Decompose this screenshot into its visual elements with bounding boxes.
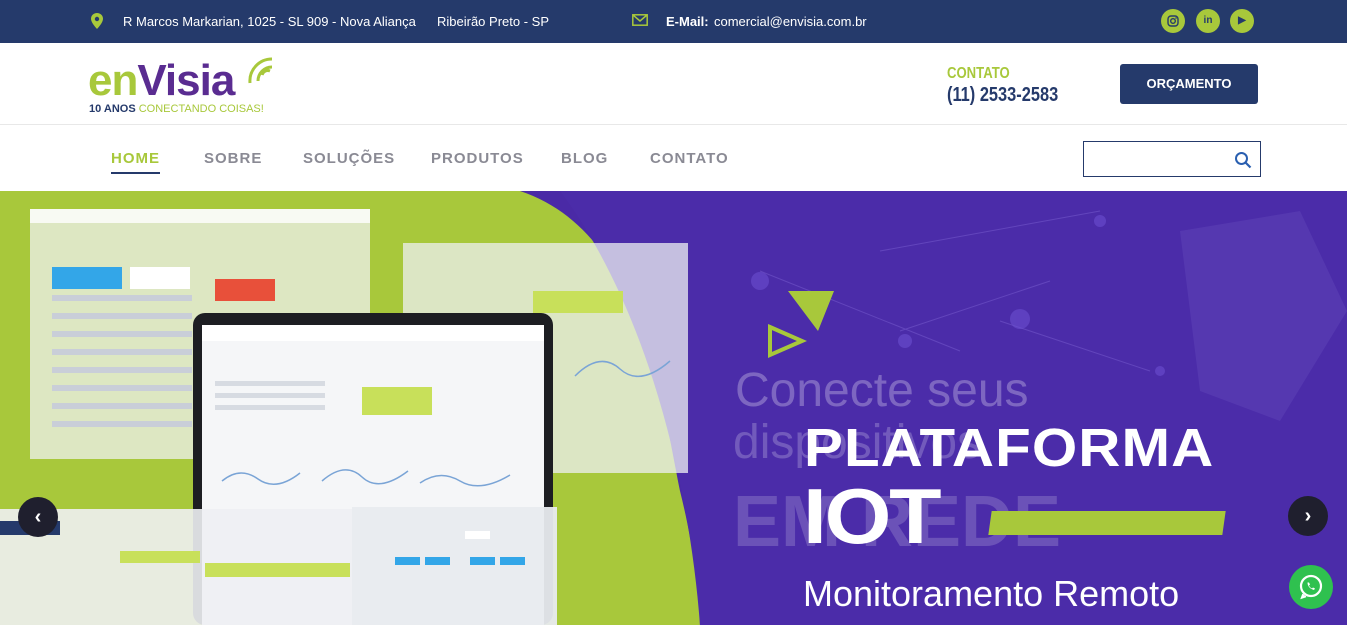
search-box[interactable] [1083,141,1261,177]
hero-slider: Conecte seus dispositivos EM REDE PLATAF… [0,191,1347,625]
address-text: R Marcos Markarian, 1025 - SL 909 - Nova… [123,14,416,29]
nav-item-home[interactable]: HOME [111,150,160,174]
hero-subtitle: Monitoramento Remoto [803,573,1180,614]
email-link[interactable]: comercial@envisia.com.br [714,14,867,29]
nav-item-contato[interactable]: CONTATO [650,150,729,167]
chevron-right-icon: › [1304,505,1312,527]
city-text: Ribeirão Preto - SP [437,14,549,29]
slider-next-button[interactable]: › [1288,496,1328,536]
hero-background [0,191,1347,625]
chevron-left-icon: ‹ [34,506,42,528]
hero-highlight: IOT [803,472,942,560]
linkedin-icon: in [1203,15,1213,26]
logo-tagline: 10 ANOS CONECTANDO COISAS! [89,103,264,115]
nav-item-produtos[interactable]: PRODUTOS [431,150,524,167]
logo: enVisia [88,56,235,105]
location-pin-icon [91,13,103,29]
contact-phone[interactable]: (11) 2533-2583 [947,84,1058,107]
instagram-icon [1167,15,1179,27]
nav-item-solucoes[interactable]: SOLUÇÕES [303,150,395,167]
search-input[interactable] [1084,142,1224,176]
slider-prev-button[interactable]: ‹ [18,497,58,537]
whatsapp-button[interactable] [1289,565,1333,609]
wifi-signal-icon [248,57,273,84]
top-info-bar: R Marcos Markarian, 1025 - SL 909 - Nova… [0,0,1347,43]
youtube-link[interactable]: ▶ [1230,9,1254,33]
nav-item-sobre[interactable]: SOBRE [204,150,262,167]
instagram-link[interactable] [1161,9,1185,33]
linkedin-link[interactable]: in [1196,9,1220,33]
main-navigation: HOME SOBRE SOLUÇÕES PRODUTOS BLOG CONTAT… [0,126,1347,191]
email-label: E-Mail: [666,14,709,29]
hero-accent-bar [988,511,1226,535]
whatsapp-icon [1299,574,1323,600]
hero-ghost-line1: Conecte seus [735,364,1029,417]
hero-title: PLATAFORMA [804,418,1215,478]
nav-item-blog[interactable]: BLOG [561,150,608,167]
site-header: enVisia 10 ANOS CONECTANDO COISAS! CONTA… [0,43,1347,125]
quote-button[interactable]: ORÇAMENTO [1120,64,1258,104]
contact-label: CONTATO [947,65,1010,82]
search-icon[interactable] [1234,151,1252,169]
mail-icon [632,14,648,26]
youtube-icon: ▶ [1238,15,1246,26]
